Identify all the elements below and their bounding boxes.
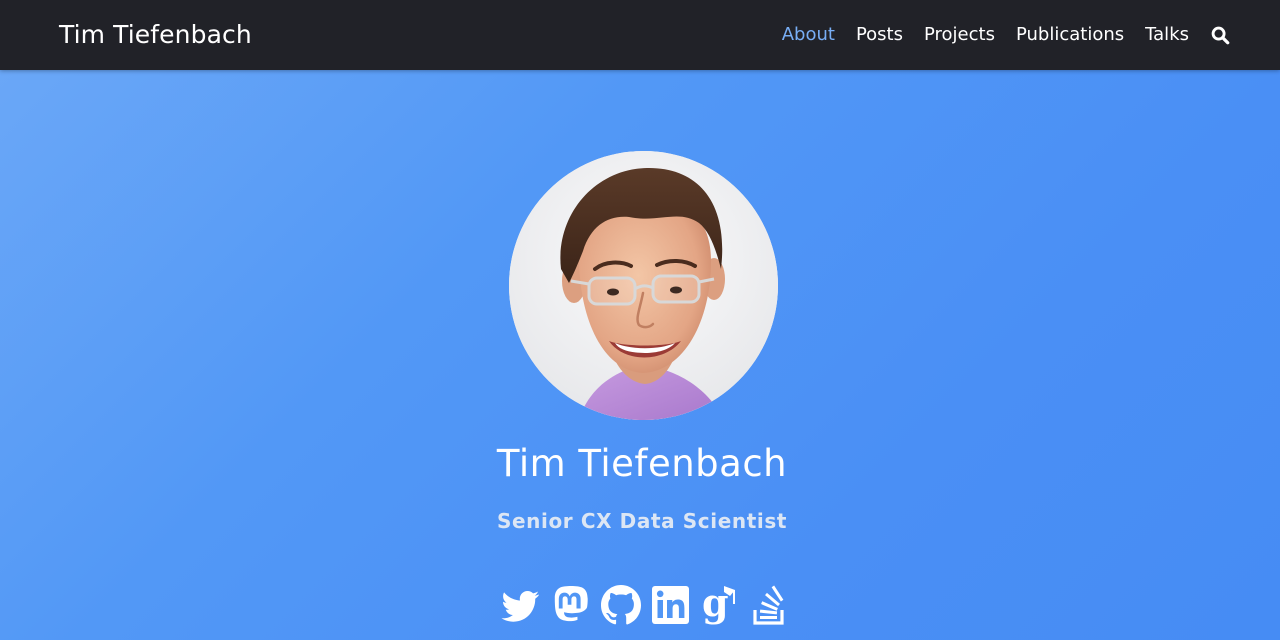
stackoverflow-icon — [753, 585, 784, 625]
hero-section: Tim Tiefenbach Senior CX Data Scientist — [0, 70, 1280, 640]
nav-link-about[interactable]: About — [782, 20, 835, 50]
top-navbar: Tim Tiefenbach About Posts Projects Publ… — [0, 0, 1280, 70]
main-nav: About Posts Projects Publications Talks — [761, 20, 1230, 50]
nav-link-talks[interactable]: Talks — [1145, 20, 1189, 50]
linkedin-link[interactable] — [649, 582, 693, 628]
twitter-link[interactable] — [499, 582, 543, 628]
mastodon-icon — [554, 586, 588, 622]
google-scholar-link[interactable]: g — [699, 582, 743, 628]
search-icon[interactable] — [1210, 20, 1230, 50]
profile-name: Tim Tiefenbach — [496, 442, 788, 485]
github-icon — [601, 585, 641, 625]
google-scholar-icon: g — [702, 582, 735, 625]
stackoverflow-link[interactable] — [749, 582, 793, 628]
profile-role: Senior CX Data Scientist — [496, 509, 787, 533]
linkedin-icon — [652, 586, 689, 624]
social-links: g — [499, 582, 799, 628]
twitter-icon — [501, 591, 539, 622]
profile-photo — [509, 151, 778, 420]
nav-link-posts[interactable]: Posts — [856, 20, 903, 50]
github-link[interactable] — [599, 582, 643, 628]
mastodon-link[interactable] — [549, 582, 593, 628]
profile-avatar — [509, 151, 778, 420]
nav-link-projects[interactable]: Projects — [924, 20, 995, 50]
nav-link-publications[interactable]: Publications — [1016, 20, 1124, 50]
site-brand-link[interactable]: Tim Tiefenbach — [59, 17, 252, 53]
